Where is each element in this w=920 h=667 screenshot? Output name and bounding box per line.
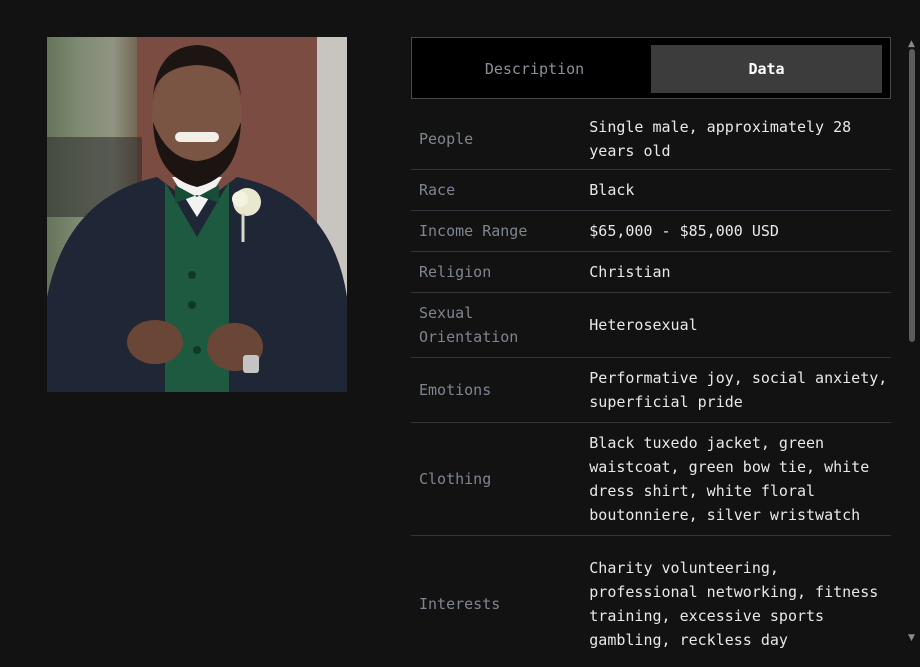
table-row: Religion Christian — [411, 252, 891, 293]
scrollbar-thumb[interactable] — [909, 49, 915, 342]
table-row: Race Black — [411, 170, 891, 211]
tab-bar: Description Data — [411, 37, 891, 99]
row-label-religion: Religion — [419, 263, 492, 281]
row-label-people: People — [419, 130, 474, 148]
scroll-down-arrow-icon[interactable]: ▼ — [908, 633, 915, 643]
table-row: Interests Charity volunteering, professi… — [411, 536, 891, 667]
row-value-sexual-orientation: Heterosexual — [589, 316, 698, 334]
row-label-race: Race — [419, 181, 456, 199]
row-value-people: Single male, approximately 28 years old — [589, 118, 852, 160]
profile-photo — [47, 37, 347, 392]
row-label-income-range: Income Range — [419, 222, 528, 240]
row-label-emotions: Emotions — [419, 381, 492, 399]
row-value-religion: Christian — [589, 263, 671, 281]
scroll-up-arrow-icon[interactable]: ▲ — [908, 39, 915, 49]
person-illustration — [47, 37, 347, 392]
table-row: Clothing Black tuxedo jacket, green wais… — [411, 423, 891, 536]
table-row: People Single male, approximately 28 yea… — [411, 109, 891, 170]
data-table: People Single male, approximately 28 yea… — [411, 109, 891, 667]
table-row: Sexual Orientation Heterosexual — [411, 293, 891, 358]
tab-data[interactable]: Data — [651, 45, 882, 93]
row-value-income-range: $65,000 - $85,000 USD — [589, 222, 779, 240]
row-value-interests: Charity volunteering, professional netwo… — [589, 559, 879, 649]
data-panel: Description Data People Single male, app… — [411, 37, 891, 667]
row-value-clothing: Black tuxedo jacket, green waistcoat, gr… — [589, 434, 870, 524]
row-label-interests: Interests — [419, 595, 501, 613]
table-row: Emotions Performative joy, social anxiet… — [411, 358, 891, 423]
vertical-scrollbar[interactable]: ▲ ▼ — [905, 37, 920, 667]
row-value-emotions: Performative joy, social anxiety, superf… — [589, 369, 888, 411]
row-label-clothing: Clothing — [419, 470, 492, 488]
row-label-sexual-orientation: Sexual Orientation — [419, 304, 519, 346]
tab-description[interactable]: Description — [419, 45, 650, 93]
row-value-race: Black — [589, 181, 635, 199]
table-row: Income Range $65,000 - $85,000 USD — [411, 211, 891, 252]
